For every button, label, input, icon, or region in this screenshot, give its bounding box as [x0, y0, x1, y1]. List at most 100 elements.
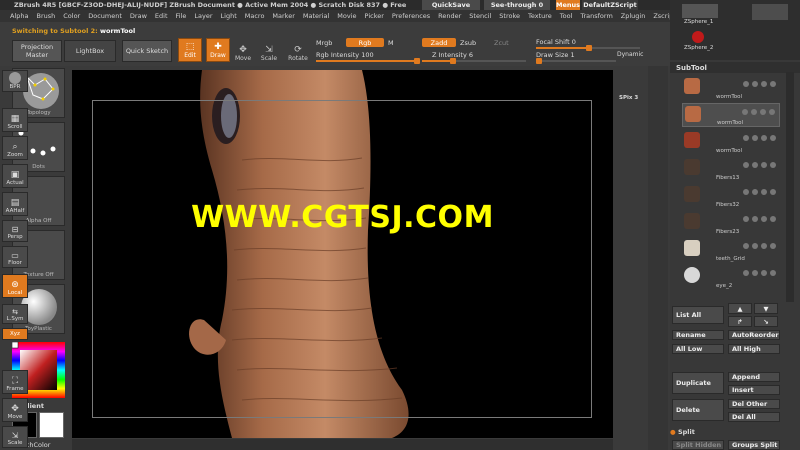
draw-size-slider[interactable] [536, 58, 616, 64]
brush-icon[interactable] [770, 216, 776, 222]
insert-button[interactable]: Insert [728, 385, 780, 395]
move-up-button[interactable]: ▲ [728, 303, 752, 314]
menu-item-material[interactable]: Material [303, 12, 329, 20]
paint-icon[interactable] [761, 270, 767, 276]
brush-icon[interactable] [770, 81, 776, 87]
mrgb-toggle[interactable]: Mrgb [316, 39, 332, 47]
groups-split-button[interactable]: Groups Split [728, 440, 780, 450]
subtool-row[interactable]: teeth_Grid [682, 238, 780, 262]
split-hidden-button[interactable]: Split Hidden [672, 440, 724, 450]
menu-item-render[interactable]: Render [438, 12, 461, 20]
subtool-header[interactable]: SubTool [670, 62, 800, 73]
tool-thumb-extra[interactable] [752, 4, 788, 20]
subtool-row[interactable]: Fibers23 [682, 211, 780, 235]
actual-button[interactable]: ▣ Actual [2, 164, 28, 188]
menu-item-edit[interactable]: Edit [155, 12, 168, 20]
append-button[interactable]: Append [728, 372, 780, 382]
all-high-button[interactable]: All High [728, 344, 780, 354]
zsub-toggle[interactable]: Zsub [460, 39, 476, 47]
menu-item-layer[interactable]: Layer [194, 12, 212, 20]
delete-button[interactable]: Delete [672, 399, 724, 421]
menu-item-preferences[interactable]: Preferences [392, 12, 430, 20]
move-left-button[interactable]: ↱ [728, 316, 752, 327]
zadd-toggle[interactable]: Zadd [422, 38, 456, 47]
quick-sketch-button[interactable]: Quick Sketch [122, 40, 172, 62]
poly-icon[interactable] [752, 135, 758, 141]
del-all-button[interactable]: Del All [728, 412, 780, 422]
menu-item-marker[interactable]: Marker [272, 12, 294, 20]
edit-button[interactable]: ⬚ Edit [178, 38, 202, 62]
lsym-button[interactable]: ⇆ L.Sym [2, 304, 28, 324]
menu-item-light[interactable]: Light [221, 12, 237, 20]
menu-item-macro[interactable]: Macro [245, 12, 265, 20]
all-low-button[interactable]: All Low [672, 344, 724, 354]
subtool-row[interactable]: Fibers32 [682, 184, 780, 208]
menu-item-zscript[interactable]: Zscript [653, 12, 670, 20]
menu-item-brush[interactable]: Brush [36, 12, 55, 20]
quicksave-button[interactable]: QuickSave [422, 0, 480, 10]
xyz-button[interactable]: Xyz [2, 328, 28, 340]
rgb-toggle[interactable]: Rgb [346, 38, 384, 47]
spix-slider[interactable]: SPix 3 [619, 95, 638, 101]
poly-icon[interactable] [752, 162, 758, 168]
poly-icon[interactable] [752, 81, 758, 87]
menu-item-alpha[interactable]: Alpha [10, 12, 28, 20]
menu-item-draw[interactable]: Draw [130, 12, 147, 20]
draw-size-handle[interactable] [536, 58, 542, 64]
document-canvas[interactable]: WWW.CGTSJ.COM [72, 70, 613, 438]
zsphere-1-thumb[interactable] [682, 4, 718, 18]
z-intensity-handle[interactable] [450, 58, 456, 64]
paint-icon[interactable] [760, 109, 766, 115]
eye-icon[interactable] [743, 135, 749, 141]
paint-icon[interactable] [761, 243, 767, 249]
subtool-row[interactable]: Fibers13 [682, 157, 780, 181]
eye-icon[interactable] [743, 189, 749, 195]
menu-item-picker[interactable]: Picker [365, 12, 384, 20]
eye-icon[interactable] [743, 216, 749, 222]
draw-button[interactable]: ✚ Draw [206, 38, 230, 62]
poly-icon[interactable] [751, 109, 757, 115]
bpr-button[interactable]: BPR [2, 70, 28, 92]
rotate-button[interactable]: ⟳ Rotate [286, 38, 310, 62]
poly-icon[interactable] [752, 243, 758, 249]
menu-item-movie[interactable]: Movie [337, 12, 356, 20]
zcut-toggle[interactable]: Zcut [494, 39, 509, 47]
z-intensity-slider[interactable] [422, 58, 526, 64]
poly-icon[interactable] [752, 270, 758, 276]
eye-icon[interactable] [743, 162, 749, 168]
dynamic-toggle[interactable]: Dynamic [617, 51, 643, 58]
brush-icon[interactable] [770, 189, 776, 195]
menu-item-tool[interactable]: Tool [560, 12, 573, 20]
poly-icon[interactable] [752, 216, 758, 222]
zoom-button[interactable]: ⌕ Zoom [2, 136, 28, 160]
focal-shift-handle[interactable] [586, 45, 592, 51]
subtool-row[interactable]: wormTool [682, 130, 780, 154]
brush-icon[interactable] [770, 243, 776, 249]
secondary-color-swatch[interactable] [39, 412, 64, 438]
menu-item-file[interactable]: File [176, 12, 187, 20]
scale-button[interactable]: ⇲ Scale [258, 38, 280, 62]
menu-item-zplugin[interactable]: Zplugin [621, 12, 646, 20]
frame-button[interactable]: ⛶ Frame [2, 370, 28, 394]
lightbox-button[interactable]: LightBox [64, 40, 116, 62]
zsphere-2-icon[interactable] [692, 31, 704, 43]
brush-icon[interactable] [770, 162, 776, 168]
subtool-scrollbar[interactable] [786, 72, 794, 302]
paint-icon[interactable] [761, 81, 767, 87]
brush-icon[interactable] [770, 270, 776, 276]
move-button[interactable]: ✥ Move [232, 38, 254, 62]
menu-item-transform[interactable]: Transform [580, 12, 612, 20]
paint-icon[interactable] [761, 189, 767, 195]
menu-item-stroke[interactable]: Stroke [499, 12, 520, 20]
poly-icon[interactable] [752, 189, 758, 195]
rgb-intensity-handle[interactable] [414, 58, 420, 64]
projection-master-button[interactable]: Projection Master [12, 40, 62, 62]
menu-item-document[interactable]: Document [88, 12, 122, 20]
eye-icon[interactable] [742, 109, 748, 115]
paint-icon[interactable] [761, 162, 767, 168]
focal-shift-slider[interactable] [536, 45, 640, 51]
dock-scale-button[interactable]: ⇲ Scale [2, 426, 28, 448]
rename-button[interactable]: Rename [672, 330, 724, 340]
floor-button[interactable]: ▭ Floor [2, 246, 28, 268]
eye-icon[interactable] [743, 81, 749, 87]
